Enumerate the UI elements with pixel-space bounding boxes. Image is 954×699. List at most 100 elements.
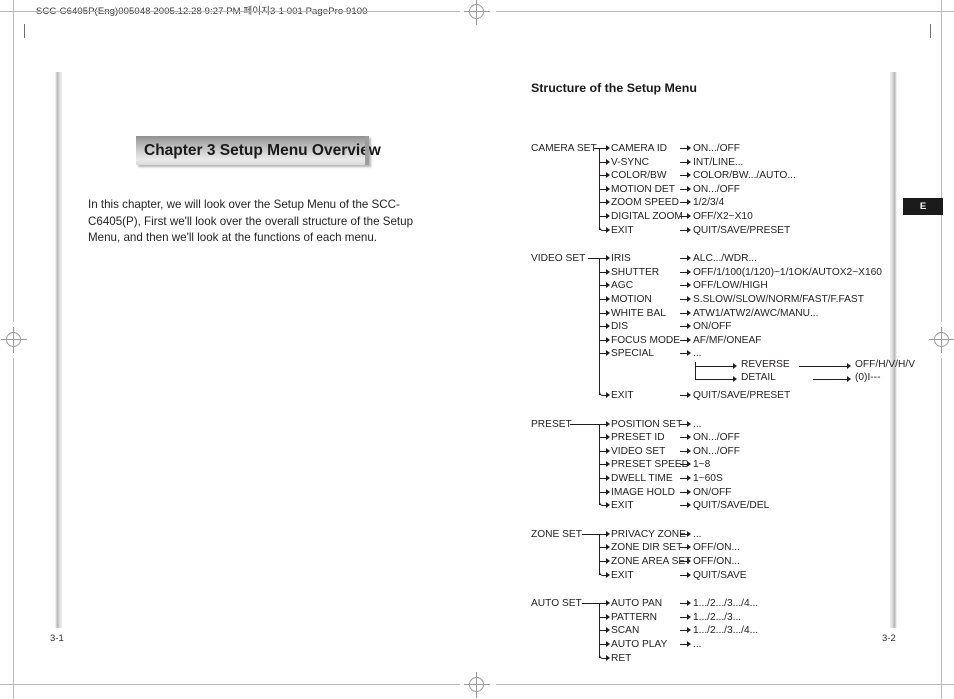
arrow-right-icon: [687, 557, 691, 564]
arrow-right-icon: [606, 530, 610, 537]
menu-item-value: COLOR/BW.../AUTO...: [693, 170, 796, 182]
menu-item-row: IRIS ALC.../WDR...: [531, 253, 931, 267]
menu-item-row: PATTERN 1.../2.../3...: [531, 612, 931, 626]
menu-item-row: MOTION DET ON.../OFF: [531, 184, 931, 198]
arrow-right-icon: [606, 544, 610, 551]
menu-group: PRESET POSITION SET... PRESET ID ON.../OFF V…: [531, 419, 931, 514]
menu-item-name: DWELL TIME: [611, 472, 673, 484]
menu-item-name: SHUTTER: [611, 266, 660, 278]
crop-line-top-left: [0, 11, 460, 12]
menu-item-name: EXIT: [611, 224, 634, 236]
menu-item-name: MOTION DET: [611, 183, 675, 195]
menu-item-row: AGC OFF/LOW/HIGH: [531, 280, 931, 294]
menu-item-row: PRESET ID ON.../OFF: [531, 432, 931, 446]
menu-item-row: ZOOM SPEED 1/2/3/4: [531, 197, 931, 211]
tree-connector: [813, 378, 849, 380]
arrow-right-icon: [606, 213, 610, 219]
arrow-right-icon: [606, 350, 610, 357]
menu-item-name: SPECIAL: [611, 348, 655, 360]
menu-item-row: ZONE AREA SET OFF/ON...: [531, 556, 931, 570]
menu-item-value: ...: [693, 348, 702, 360]
arrow-right-icon: [687, 613, 691, 620]
menu-item-row: RET: [531, 651, 931, 667]
menu-item-row: FOCUS MODE AF/MF/ONEAF: [531, 335, 931, 349]
trim-mark-top-right: [930, 24, 931, 38]
menu-item-name: ZONE DIR SET: [611, 542, 683, 554]
menu-item-value: ON/OFF: [693, 486, 732, 498]
arrow-right-icon: [847, 375, 851, 382]
arrow-right-icon: [606, 488, 610, 495]
registration-mark-left: [1, 327, 27, 353]
arrow-right-icon: [606, 255, 610, 262]
menu-item-value: 1~8: [693, 459, 711, 471]
page-number-left: 3-1: [50, 633, 64, 644]
menu-item-row: PRESET SPEED 1~8: [531, 459, 931, 473]
menu-item-name: DIGITAL ZOOM: [611, 211, 683, 222]
crop-line-left-top: [13, 0, 14, 322]
menu-item-name: MOTION: [611, 293, 652, 305]
menu-item-value: OFF/ON...: [693, 542, 740, 554]
arrow-right-icon: [687, 530, 691, 537]
tree-bracket: [695, 361, 696, 379]
intro-paragraph: In this chapter, we will look over the S…: [88, 198, 414, 245]
arrow-right-icon: [606, 145, 610, 151]
arrow-right-icon: [687, 627, 691, 634]
crop-line-right-top: [941, 0, 942, 322]
menu-item-value: S.SLOW/SLOW/NORM/FAST/F.FAST: [693, 293, 864, 305]
menu-item-row: EXIT QUIT/SAVE/DEL: [531, 499, 931, 514]
menu-item-value: OFF/LOW/HIGH: [693, 280, 768, 292]
menu-item-value: AF/MF/ONEAF: [693, 334, 762, 346]
arrow-right-icon: [687, 502, 691, 509]
arrow-right-icon: [606, 627, 610, 634]
menu-item-row: EXIT QUIT/SAVE: [531, 568, 931, 584]
arrow-right-icon: [606, 571, 610, 578]
menu-item-name: AUTO PAN: [611, 598, 663, 610]
arrow-right-icon: [606, 434, 610, 441]
arrow-right-icon: [687, 474, 691, 481]
arrow-right-icon: [687, 488, 691, 495]
arrow-right-icon: [687, 571, 691, 578]
menu-item-name: EXIT: [611, 389, 634, 401]
arrow-right-icon: [606, 474, 610, 481]
menu-item-row: SHUTTER OFF/1/100(1/120)~1/1OK/AUTOX2~X16…: [531, 267, 931, 281]
tree-connector: [695, 378, 735, 380]
registration-mark-right: [929, 327, 954, 353]
menu-item-value: 1~60S: [693, 472, 723, 484]
menu-item-value: QUIT/SAVE/PRESET: [693, 224, 791, 236]
menu-item-name: IMAGE HOLD: [611, 486, 675, 498]
arrow-right-icon: [606, 336, 610, 343]
menu-item-row: VIDEO SET ON.../OFF: [531, 446, 931, 460]
arrow-right-icon: [687, 323, 691, 330]
arrow-right-icon: [733, 375, 737, 382]
print-preview-header: SCC-C6405P(Eng)005048 2005.12.28 9:27 PM…: [36, 3, 368, 17]
menu-item-row: DIS ON/OFF: [531, 321, 931, 335]
menu-item-name: PRESET ID: [611, 432, 665, 444]
crop-line-bottom-left: [0, 684, 460, 685]
registration-mark-bottom: [464, 672, 490, 698]
arrow-right-icon: [606, 600, 610, 607]
arrow-right-icon: [687, 172, 691, 179]
arrow-right-icon: [606, 557, 610, 564]
menu-item-name: FOCUS MODE: [611, 334, 681, 346]
menu-item-value: (0)I---: [855, 371, 881, 383]
tree-connector: [799, 365, 849, 367]
menu-item-name: AUTO PLAY: [611, 638, 668, 650]
arrow-right-icon: [606, 461, 610, 468]
menu-item-value: QUIT/SAVE/DEL: [693, 500, 770, 512]
arrow-right-icon: [606, 199, 610, 206]
arrow-right-icon: [847, 362, 851, 369]
arrow-right-icon: [606, 447, 610, 454]
menu-item-value: ALC.../WDR...: [693, 253, 757, 265]
arrow-right-icon: [606, 323, 610, 330]
arrow-right-icon: [687, 295, 691, 302]
menu-item-value: OFF/X2~X10: [693, 211, 753, 222]
arrow-right-icon: [687, 336, 691, 343]
menu-group: VIDEO SET IRIS ALC.../WDR... SHUTTER OFF/1/1…: [531, 253, 931, 403]
menu-item-row: V-SYNC INT/LINE...: [531, 157, 931, 171]
menu-item-name: PRESET SPEED: [611, 459, 689, 471]
menu-item-name: POSITION SET: [611, 418, 683, 430]
menu-item-value: 1.../2.../3...: [693, 611, 742, 623]
arrow-right-icon: [606, 295, 610, 302]
menu-item-name: EXIT: [611, 569, 634, 581]
menu-item-value: ...: [693, 418, 702, 430]
